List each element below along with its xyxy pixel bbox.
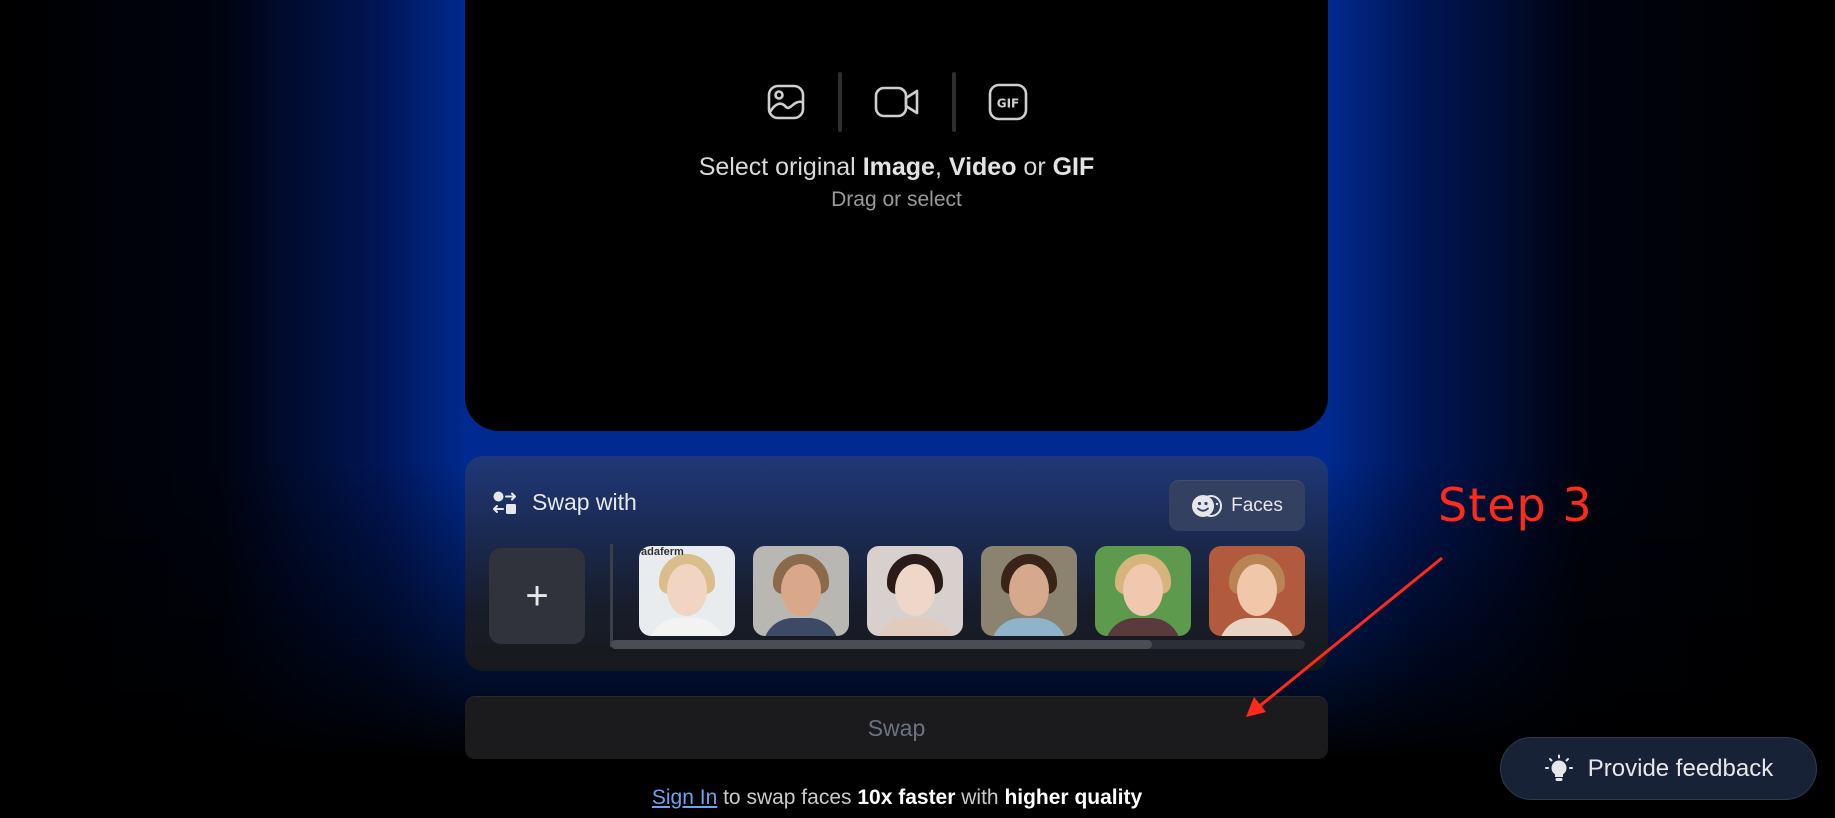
step-annotation-label: Step 3 (1438, 478, 1593, 532)
face-thumbnail[interactable] (981, 546, 1077, 636)
add-face-button[interactable]: + (489, 548, 585, 644)
divider (837, 72, 842, 132)
swap-icon (493, 491, 516, 514)
signin-bold-quality: higher quality (1004, 786, 1143, 809)
signin-text: with (955, 786, 1005, 809)
upload-title-sep: or (1016, 153, 1053, 181)
upload-title-prefix: Select original (698, 153, 863, 181)
thumbnail-face (1009, 564, 1049, 616)
thumbnail-face (1123, 564, 1163, 616)
swap-with-header: Swap with (492, 489, 637, 516)
faces-button-label: Faces (1231, 494, 1283, 516)
thumbnail-body (1219, 618, 1295, 636)
signin-bold-speed: 10x faster (857, 786, 956, 809)
face-thumbnail[interactable] (1095, 546, 1191, 636)
thumbnail-body (649, 618, 725, 636)
thumbnail-body (991, 618, 1067, 636)
swap-button[interactable]: Swap (465, 696, 1328, 759)
provide-feedback-label: Provide feedback (1587, 754, 1774, 782)
divider (951, 72, 956, 132)
face-thumbnail[interactable] (1209, 546, 1305, 636)
thumbnail-body (877, 618, 953, 636)
face-thumbnail[interactable] (753, 546, 849, 636)
upload-title-video: Video (948, 153, 1017, 181)
upload-title-sep: , (934, 153, 949, 181)
thumbnail-body (763, 618, 839, 636)
divider (610, 544, 613, 647)
thumbnail-body (1105, 618, 1181, 636)
swap-with-label: Swap with (532, 489, 637, 515)
scrollbar-thumb[interactable] (611, 640, 1153, 649)
signin-text: to swap faces (717, 786, 858, 809)
face-thumbnail[interactable] (867, 546, 963, 636)
thumbnail-watermark: adaferm (641, 546, 684, 558)
gif-icon: GIF (988, 82, 1028, 122)
thumbnail-face (895, 564, 935, 616)
faces-button[interactable]: Faces (1169, 480, 1305, 531)
face-thumbnail[interactable]: adaferm (639, 546, 735, 636)
swap-with-panel: Swap with Faces + adaferm (465, 456, 1328, 671)
upload-subtitle: Drag or select (831, 188, 962, 211)
upload-title-gif: GIF (1052, 153, 1095, 181)
upload-dropzone[interactable]: GIF Select original Image, Video or GIF … (465, 0, 1328, 431)
provide-feedback-button[interactable]: Provide feedback (1500, 737, 1817, 800)
lightbulb-icon (1544, 754, 1573, 781)
thumbnail-scrollbar[interactable] (611, 640, 1305, 649)
thumbnail-face (667, 564, 707, 616)
thumbnail-face (781, 564, 821, 616)
gif-icon-text: GIF (996, 97, 1019, 111)
sign-in-link[interactable]: Sign In (652, 786, 717, 809)
image-icon (766, 82, 806, 122)
thumbnail-face (1237, 564, 1277, 616)
upload-title: Select original Image, Video or GIF (465, 153, 1328, 182)
faces-icon (1192, 494, 1223, 517)
upload-title-image: Image (862, 153, 935, 181)
media-type-icons: GIF (465, 72, 1328, 132)
video-icon (874, 82, 920, 122)
face-thumbnail-list: adaferm (639, 546, 1305, 636)
